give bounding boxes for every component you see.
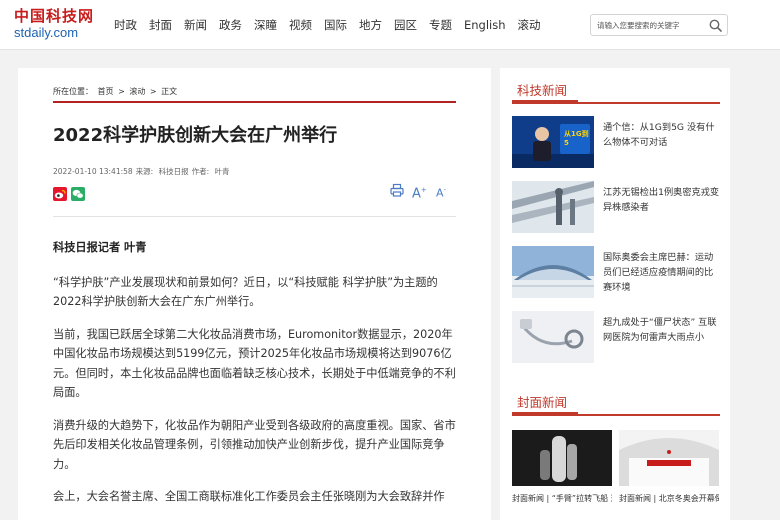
- tech-news-divider: [512, 100, 720, 104]
- logo-en-text: stdaily.com: [14, 25, 79, 40]
- cover-news-title[interactable]: 封面新闻 | 北京冬奥会开幕倒计时30天 让我们一起向: [619, 492, 719, 505]
- news-thumbnail[interactable]: 从1G到5: [512, 116, 594, 168]
- cover-thumbnail[interactable]: [512, 430, 612, 486]
- meta-divider: [53, 216, 456, 217]
- cover-news-item[interactable]: 封面新闻 | “手臂”拉转飞船 这个操作不简单！: [512, 430, 612, 505]
- sidebar: 科技新闻 从1G到5 通个信：从1G到5G 没有什么物体不可对话 江苏无锡检出1…: [500, 68, 730, 520]
- article-source: 科技日报: [158, 167, 189, 176]
- main-nav: 时政 封面 新闻 政务 深瞳 视频 国际 地方 园区 专题 English 滚动: [108, 0, 547, 50]
- nav-item-zhuanti[interactable]: 专题: [429, 17, 452, 33]
- nav-item-guoji[interactable]: 国际: [324, 17, 347, 33]
- nav-item-shizheng[interactable]: 时政: [114, 17, 137, 33]
- news-thumbnail[interactable]: [512, 246, 594, 298]
- breadcrumb-category[interactable]: 滚动: [129, 87, 145, 96]
- news-thumbnail[interactable]: [512, 181, 594, 233]
- tech-news-item[interactable]: 超九成处于“僵尸状态” 互联网医院为何雷声大雨点小: [512, 311, 720, 363]
- nav-item-shipin[interactable]: 视频: [289, 17, 312, 33]
- cover-news-title[interactable]: 封面新闻 | “手臂”拉转飞船 这个操作不简单！: [512, 492, 612, 505]
- tech-news-item[interactable]: 国际奥委会主席巴赫：运动员们已经适应疫情期间的比赛环境: [512, 246, 720, 298]
- print-icon[interactable]: [390, 182, 404, 198]
- article-panel: 所在位置： 首页 > 滚动 > 正文 2022科学护肤创新大会在广州举行 202…: [18, 68, 491, 520]
- font-larger-icon[interactable]: A+: [412, 182, 427, 201]
- breadcrumb: 所在位置： 首页 > 滚动 > 正文: [53, 86, 179, 97]
- site-logo[interactable]: 中国科技网 stdaily.com: [14, 7, 94, 43]
- search-input[interactable]: [597, 18, 705, 33]
- article-meta: 2022-01-10 13:41:58 来源: 科技日报 作者: 叶青: [53, 166, 233, 177]
- breadcrumb-sep: >: [149, 87, 157, 96]
- article-paragraph: 当前，我国已跃居全球第二大化妆品消费市场，Euromonitor数据显示，202…: [53, 327, 456, 400]
- font-smaller-icon[interactable]: A-: [434, 182, 448, 200]
- cover-news-heading[interactable]: 封面新闻: [517, 392, 567, 411]
- breadcrumb-sep: >: [118, 87, 125, 96]
- tech-news-item[interactable]: 江苏无锡检出1例奥密克戎变异株感染者: [512, 181, 720, 233]
- breadcrumb-current: 正文: [161, 87, 178, 96]
- news-title[interactable]: 超九成处于“僵尸状态” 互联网医院为何雷声大雨点小: [603, 315, 721, 345]
- news-title[interactable]: 江苏无锡检出1例奥密克戎变异株感染者: [603, 185, 721, 215]
- article-paragraph: 会上，大会名誉主席、全国工商联标准化工作委员会主任张晓刚为大会致辞并作: [53, 490, 445, 503]
- nav-item-xinwen[interactable]: 新闻: [184, 17, 207, 33]
- search-icon[interactable]: [708, 18, 723, 33]
- breadcrumb-prefix: 所在位置：: [53, 87, 93, 96]
- cover-news-divider: [512, 412, 720, 416]
- site-header: 中国科技网 stdaily.com 时政 封面 新闻 政务 深瞳 视频 国际 地…: [0, 0, 780, 50]
- nav-item-yuanqu[interactable]: 园区: [394, 17, 417, 33]
- news-title[interactable]: 通个信：从1G到5G 没有什么物体不可对话: [603, 120, 721, 150]
- article-body: 科技日报记者 叶青 “科学护肤”产业发展现状和前景如何？近日，以“科技赋能 科学…: [53, 238, 456, 520]
- article-byline: 科技日报记者 叶青: [53, 241, 147, 254]
- source-label: 来源:: [135, 167, 154, 176]
- logo-cn-text: 中国科技网: [14, 7, 95, 25]
- nav-item-gundong[interactable]: 滚动: [518, 17, 541, 33]
- tech-news-heading[interactable]: 科技新闻: [517, 80, 567, 99]
- news-thumbnail[interactable]: [512, 311, 594, 363]
- cover-news-item[interactable]: 封面新闻 | 北京冬奥会开幕倒计时30天 让我们一起向: [619, 430, 719, 505]
- article-date: 2022-01-10 13:41:58: [53, 167, 133, 176]
- wechat-icon[interactable]: [71, 186, 85, 201]
- article-tools: A+ A-: [390, 182, 448, 201]
- share-bar: [53, 186, 85, 201]
- nav-item-english[interactable]: English: [464, 18, 506, 32]
- weibo-icon[interactable]: [53, 186, 67, 201]
- nav-item-fengmian[interactable]: 封面: [149, 17, 172, 33]
- news-title[interactable]: 国际奥委会主席巴赫：运动员们已经适应疫情期间的比赛环境: [603, 250, 721, 295]
- article-author: 叶青: [214, 167, 230, 176]
- nav-item-difang[interactable]: 地方: [359, 17, 382, 33]
- cover-thumbnail[interactable]: [619, 430, 719, 486]
- nav-item-zhengwu[interactable]: 政务: [219, 17, 242, 33]
- tech-news-item[interactable]: 从1G到5 通个信：从1G到5G 没有什么物体不可对话: [512, 116, 720, 168]
- thumb-caption: 从1G到5: [564, 130, 589, 147]
- breadcrumb-home[interactable]: 首页: [98, 87, 114, 96]
- article-paragraph: 消费升级的大趋势下，化妆品作为朝阳产业受到各级政府的高度重视。国家、省市先后印发…: [53, 418, 456, 471]
- search-box: [590, 14, 728, 36]
- page-title: 2022科学护肤创新大会在广州举行: [53, 125, 338, 146]
- breadcrumb-divider: [53, 101, 456, 103]
- author-label: 作者:: [191, 167, 210, 176]
- nav-item-shentong[interactable]: 深瞳: [254, 17, 277, 33]
- article-paragraph: “科学护肤”产业发展现状和前景如何？近日，以“科技赋能 科学护肤”为主题的202…: [53, 275, 438, 309]
